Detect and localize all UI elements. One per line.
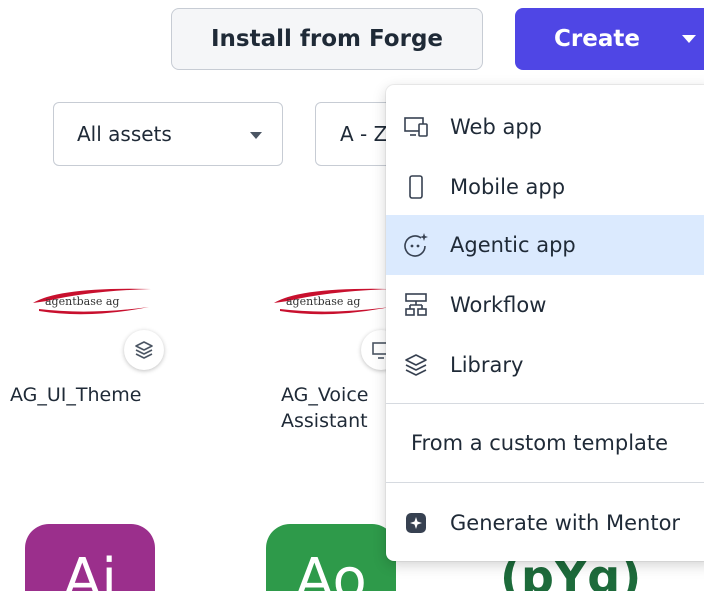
create-button-label: Create xyxy=(554,26,640,52)
asset-card[interactable]: agentbase ag xyxy=(25,235,164,370)
menu-item-mobile-app[interactable]: Mobile app xyxy=(386,157,704,217)
menu-item-label: Generate with Mentor xyxy=(450,511,681,535)
app-canvas: Install from Forge Create All assets A -… xyxy=(0,0,704,591)
sort-order-filter-value: A - Z xyxy=(340,122,388,146)
asset-name[interactable]: AG_UI_Theme xyxy=(10,382,141,408)
menu-item-label: From a custom template xyxy=(411,431,669,455)
asset-card[interactable]: agentbase ag xyxy=(266,235,401,370)
asset-type-filter[interactable]: All assets xyxy=(53,102,283,166)
library-icon xyxy=(401,350,431,380)
agentbase-logo: agentbase ag xyxy=(274,288,392,315)
menu-item-web-app[interactable]: Web app xyxy=(386,97,704,157)
asset-name[interactable]: AG_Voice Assistant xyxy=(281,382,391,434)
menu-item-label: Workflow xyxy=(450,293,547,317)
menu-item-label: Agentic app xyxy=(450,233,576,257)
asset-name-line: Assistant xyxy=(281,410,368,432)
chevron-down-icon[interactable] xyxy=(682,35,696,43)
menu-divider xyxy=(386,482,704,483)
app-tile-ao[interactable]: Ao xyxy=(266,524,396,591)
menu-item-agentic-app[interactable]: Agentic app xyxy=(386,215,704,275)
mentor-icon xyxy=(401,508,431,538)
asset-type-filter-value: All assets xyxy=(77,122,172,146)
asset-name-line: AG_Voice xyxy=(281,384,369,406)
chevron-down-icon xyxy=(250,132,262,139)
library-icon xyxy=(135,341,153,359)
mobile-app-icon xyxy=(401,172,431,202)
install-from-forge-button[interactable]: Install from Forge xyxy=(171,8,483,70)
library-type-badge xyxy=(124,330,164,370)
menu-item-label: Library xyxy=(450,353,524,377)
menu-item-label: Web app xyxy=(450,115,542,139)
logo-text: agentbase ag xyxy=(45,295,119,308)
create-menu: Web app Mobile app Agentic app Workflow … xyxy=(386,85,704,561)
menu-item-workflow[interactable]: Workflow xyxy=(386,275,704,335)
create-button[interactable]: Create xyxy=(515,8,704,70)
web-app-icon xyxy=(401,112,431,142)
agentbase-logo: agentbase ag xyxy=(33,288,151,315)
app-tile-ai[interactable]: Ai xyxy=(25,524,155,591)
menu-item-generate-with-mentor[interactable]: Generate with Mentor xyxy=(386,493,704,553)
logo-text: agentbase ag xyxy=(286,295,360,308)
agentic-app-icon xyxy=(401,230,431,260)
menu-item-library[interactable]: Library xyxy=(386,335,704,395)
workflow-icon xyxy=(401,290,431,320)
menu-item-label: Mobile app xyxy=(450,175,566,199)
menu-divider xyxy=(386,403,704,404)
menu-item-custom-template[interactable]: From a custom template xyxy=(386,413,704,473)
